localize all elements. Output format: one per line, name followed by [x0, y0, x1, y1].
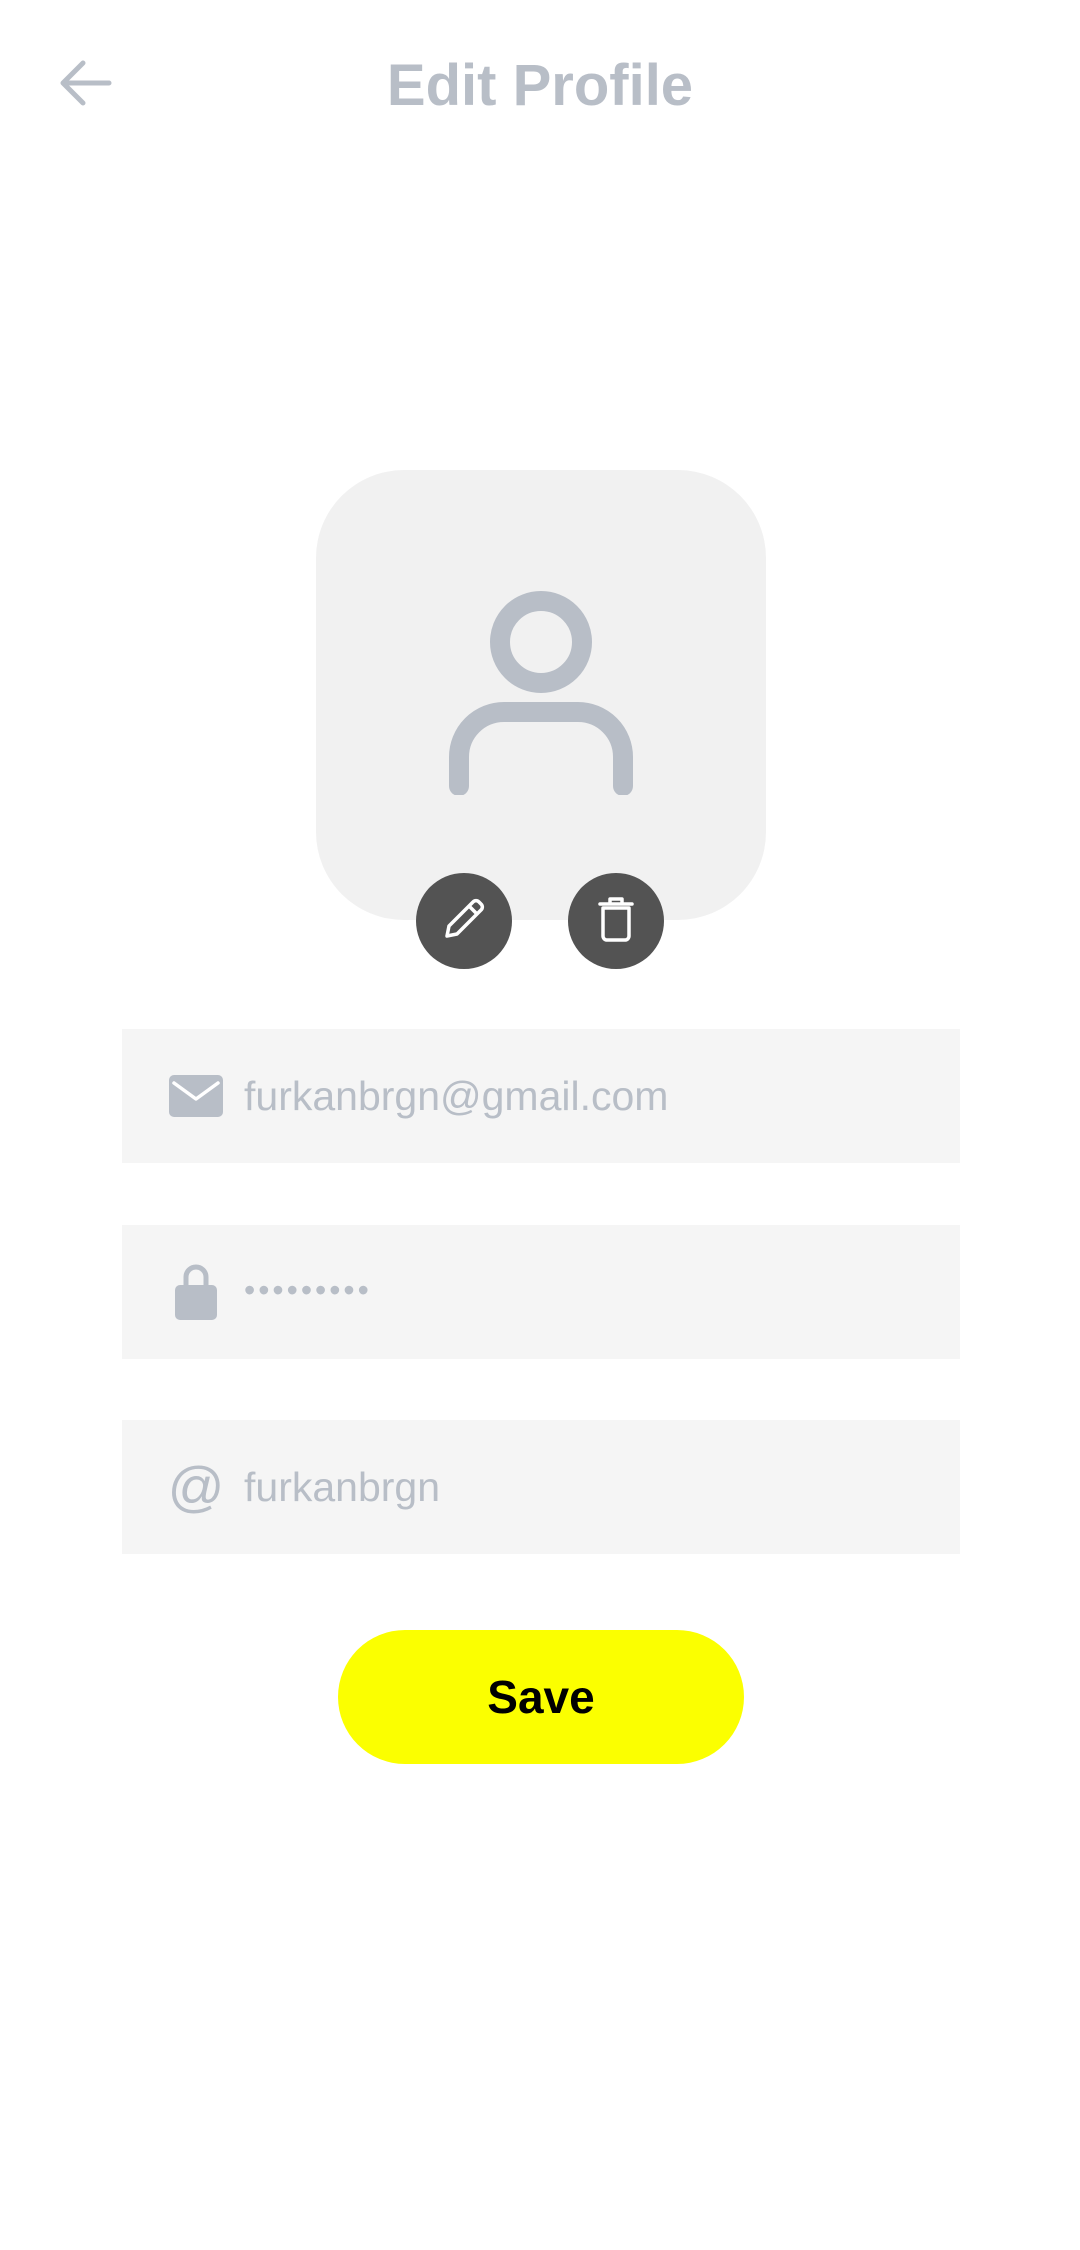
edit-avatar-button[interactable]	[416, 873, 512, 969]
username-field[interactable]: @ furkanbrgn	[122, 1420, 960, 1554]
page-title: Edit Profile	[386, 53, 694, 118]
username-value: furkanbrgn	[244, 1464, 441, 1510]
save-button[interactable]: Save	[338, 1630, 744, 1764]
avatar	[316, 470, 766, 920]
at-sign-icon: @	[167, 1455, 225, 1518]
user-icon	[449, 590, 633, 800]
mail-icon	[168, 1029, 224, 1163]
lock-icon	[168, 1225, 224, 1359]
pencil-icon	[439, 894, 489, 949]
trash-icon	[594, 894, 638, 949]
delete-avatar-button[interactable]	[568, 873, 664, 969]
email-value: furkanbrgn@gmail.com	[244, 1073, 669, 1119]
email-field[interactable]: furkanbrgn@gmail.com	[122, 1029, 960, 1163]
password-field[interactable]: •••••••••	[122, 1225, 960, 1359]
edit-profile-screen: Edit Profile furkanbrgn@gmail.com ••••••…	[0, 0, 1080, 2250]
password-value: •••••••••	[244, 1272, 372, 1308]
